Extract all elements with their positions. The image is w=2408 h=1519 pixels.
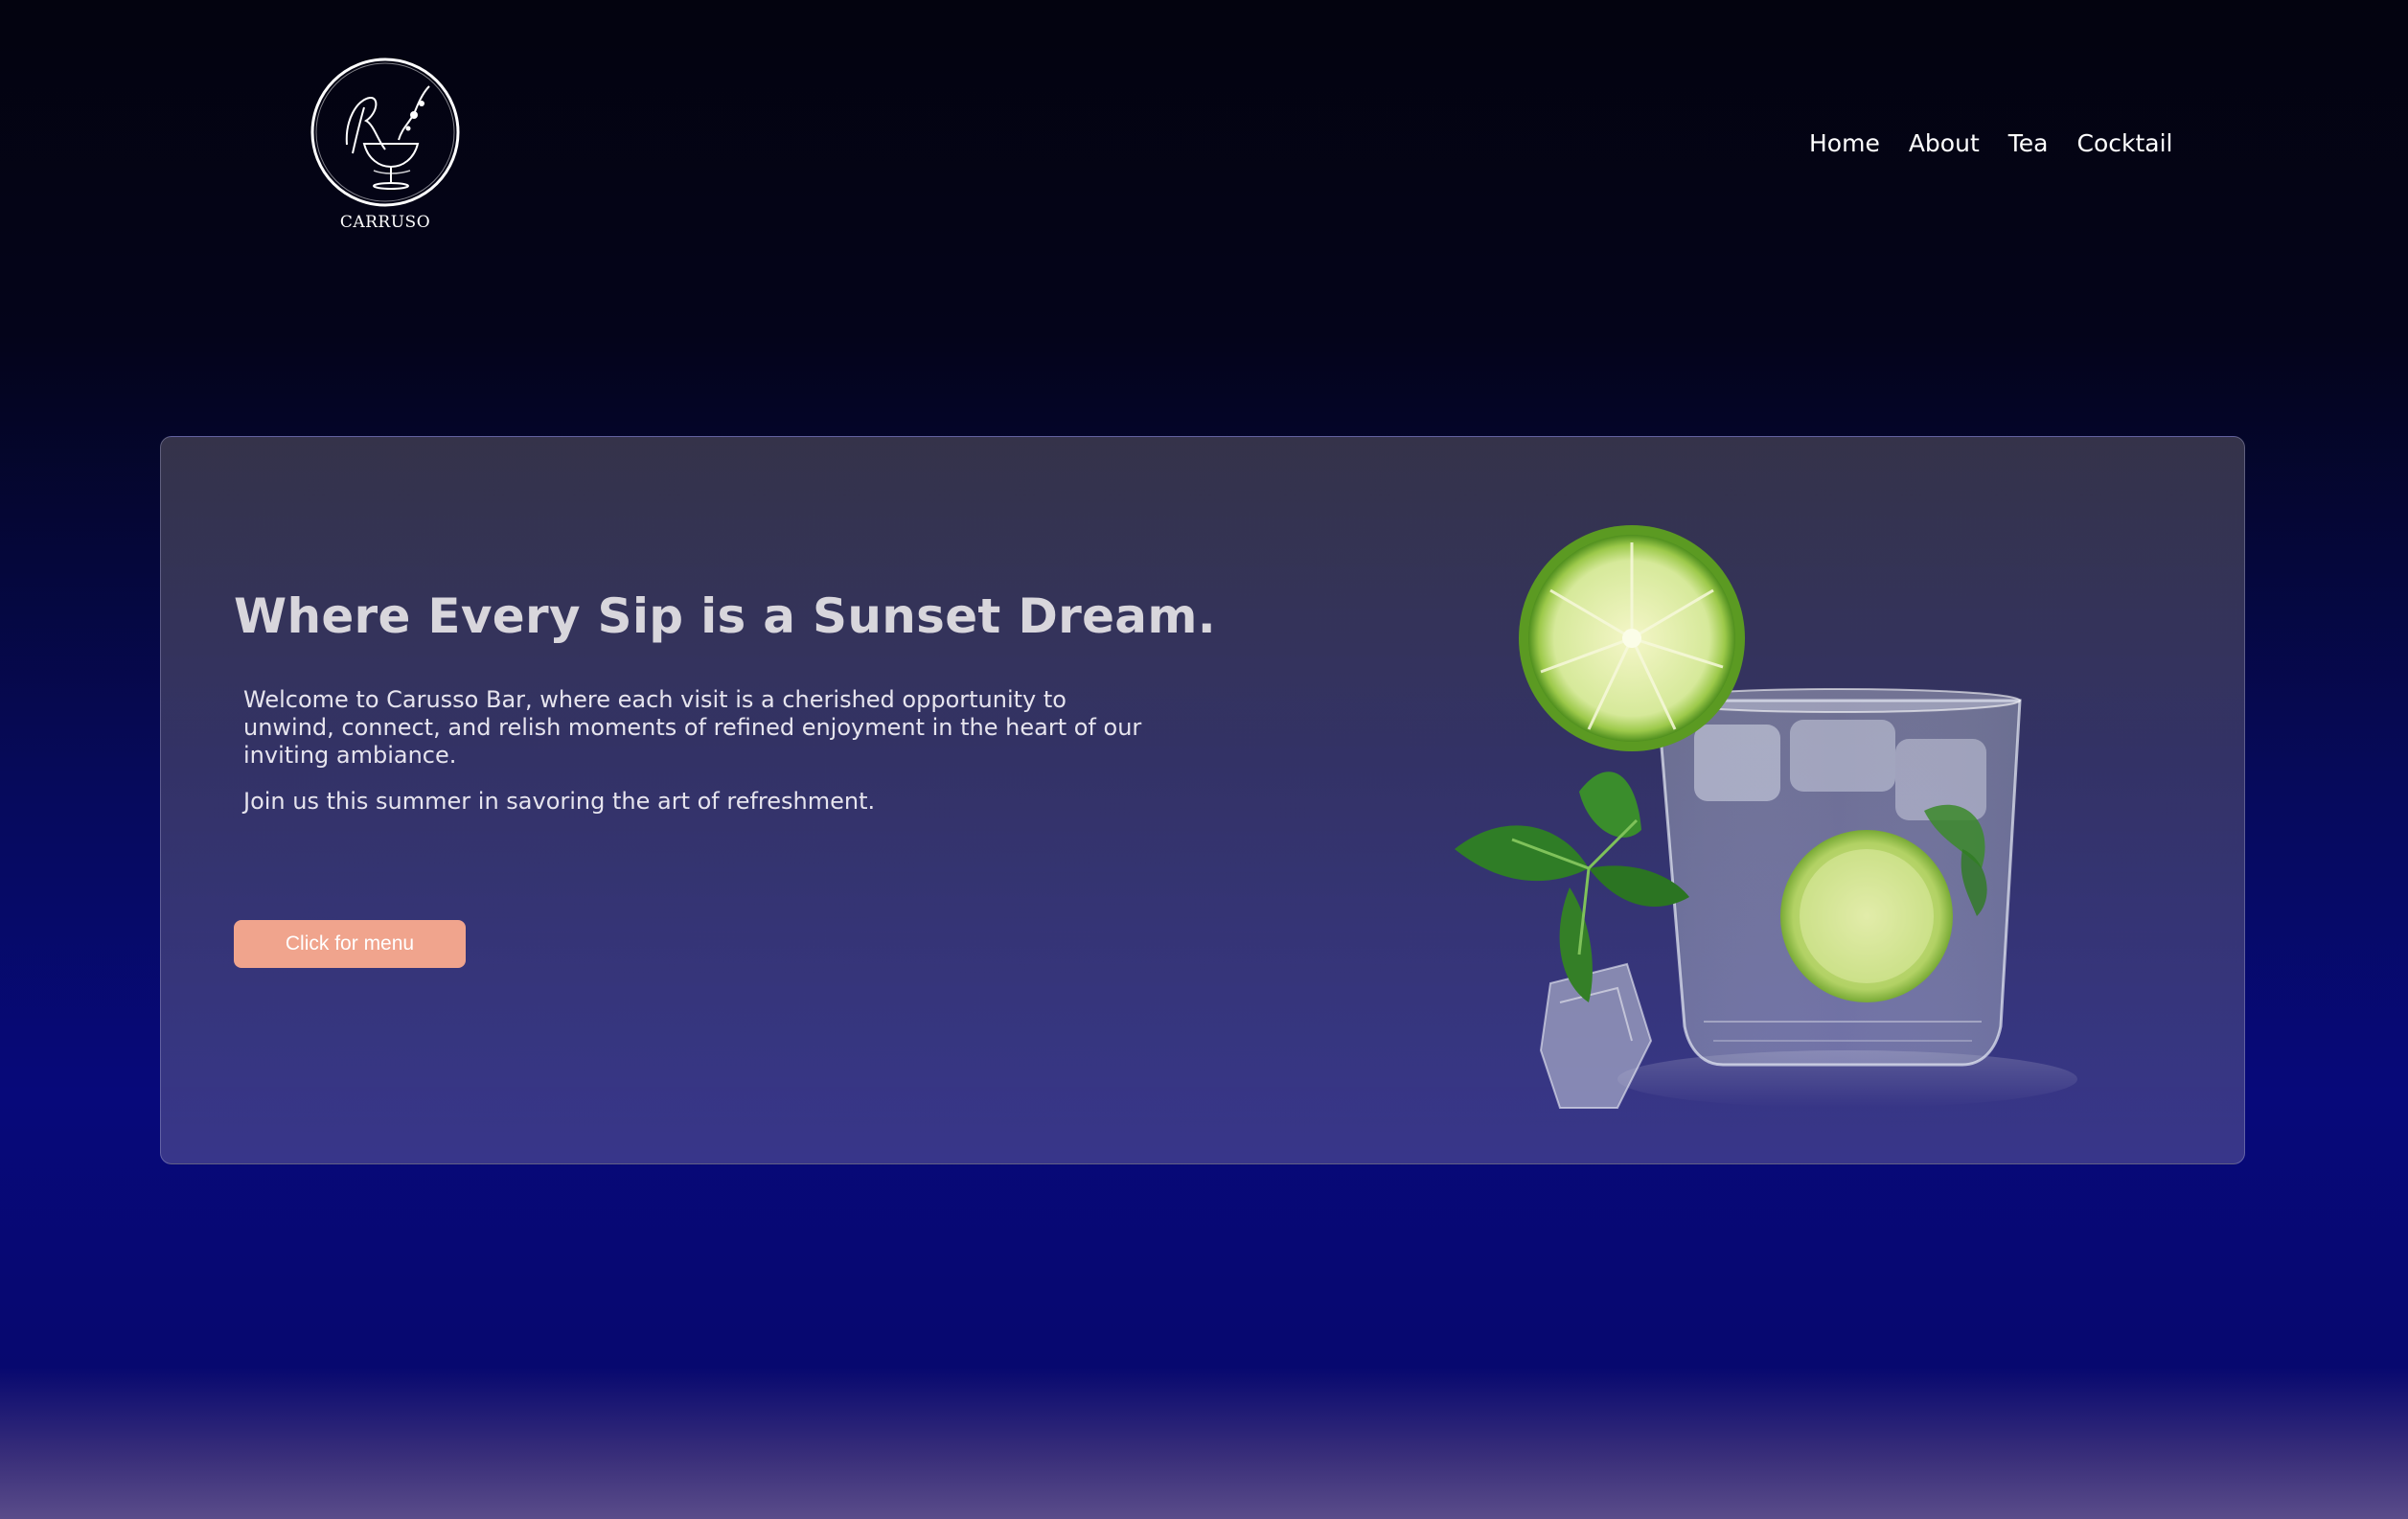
- nav-about[interactable]: About: [1909, 127, 1980, 161]
- hero-welcome-text: Welcome to Carusso Bar, where each visit…: [243, 686, 1142, 769]
- hero-card: Where Every Sip is a Sunset Dream. Welco…: [160, 436, 2245, 1164]
- brand-logo[interactable]: CARRUSO: [303, 54, 468, 245]
- nav-tea[interactable]: Tea: [2008, 127, 2049, 161]
- nav-cocktail[interactable]: Cocktail: [2076, 127, 2172, 161]
- menu-button[interactable]: Click for menu: [234, 920, 466, 968]
- main-nav: Home About Tea Cocktail: [1809, 127, 2172, 161]
- nav-home[interactable]: Home: [1809, 127, 1880, 161]
- hero-headline: Where Every Sip is a Sunset Dream.: [234, 588, 1217, 644]
- mojito-glass-image: [1455, 525, 2077, 1109]
- cocktail-glass-logo-icon: [310, 58, 460, 207]
- brand-name: CARRUSO: [339, 213, 431, 232]
- hero-summer-text: Join us this summer in savoring the art …: [243, 788, 876, 815]
